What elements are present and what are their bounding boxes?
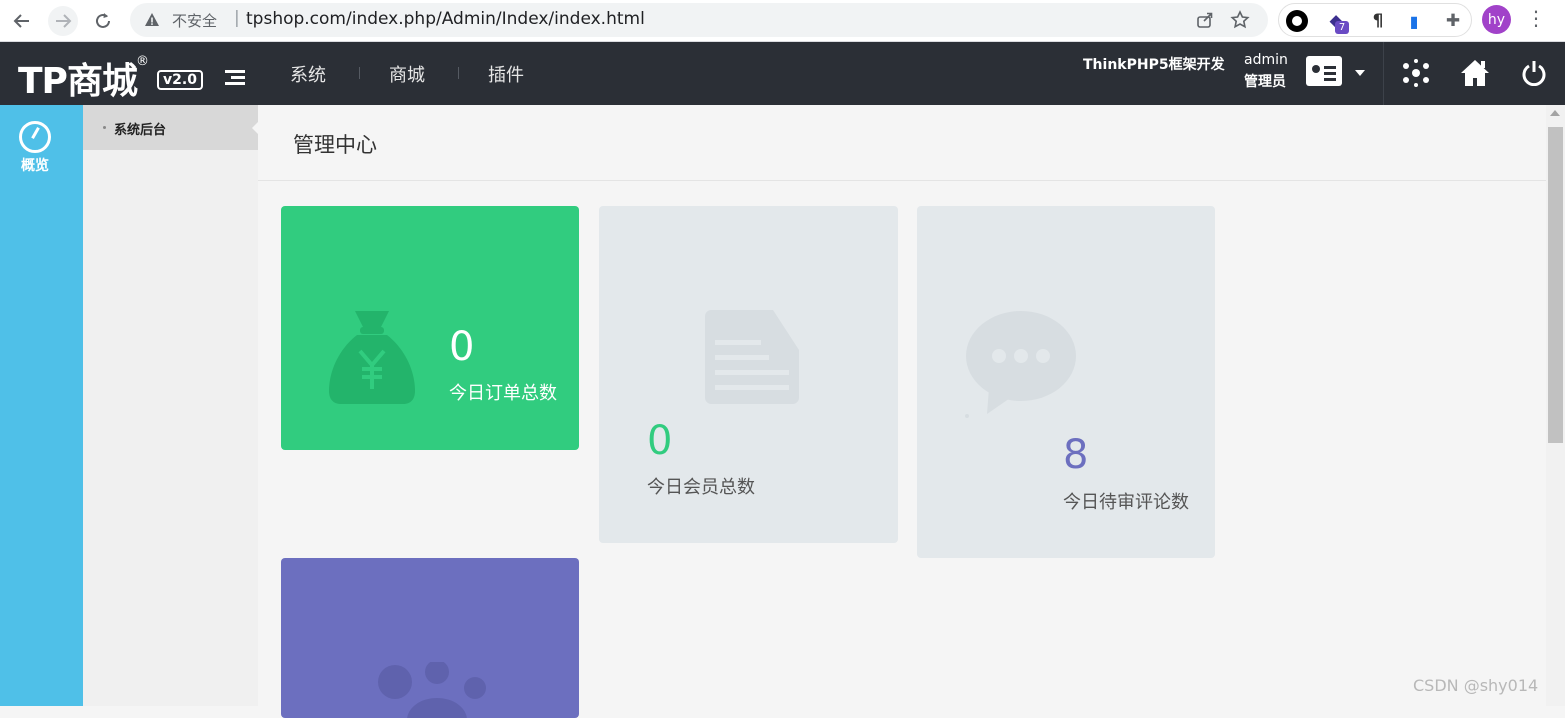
user-name[interactable]: admin [1244,52,1288,68]
orders-label: 今日订单总数 [449,383,557,404]
sitemap-icon[interactable] [1399,56,1433,90]
framework-label: ThinkPHP5框架开发 [1083,57,1225,73]
extensions-puzzle-icon[interactable]: ✚ [1442,10,1464,32]
orders-count: 0 [449,324,475,370]
scroll-up-arrow-icon[interactable] [1550,110,1560,116]
members-count: 0 [647,418,673,464]
sidebar-toggle-icon[interactable] [225,70,245,86]
scroll-thumb[interactable] [1548,127,1563,443]
version-badge: v2.0 [157,70,203,90]
money-bag-icon [329,311,415,404]
page-title: 管理中心 [293,133,377,157]
registered-mark: ® [136,54,149,69]
url-separator: | [234,8,240,28]
home-icon[interactable] [1458,56,1492,90]
browser-menu-icon[interactable]: ⋮ [1526,6,1546,30]
stat-tile-orders[interactable]: 0 今日订单总数 [281,206,579,450]
sidebar-item-label: 概览 [21,158,49,174]
submenu-item-system-backend[interactable]: 系统后台 [83,105,259,150]
forward-button[interactable] [48,6,78,36]
url-text[interactable]: tpshop.com/index.php/Admin/Index/index.h… [246,9,645,29]
power-icon[interactable] [1517,56,1551,90]
extension-paragraph-icon[interactable]: ¶ [1367,10,1389,32]
paw-icon [378,662,486,718]
stat-tile-comments[interactable]: 8 今日待审评论数 [917,206,1215,558]
comments-count: 8 [1063,432,1089,478]
members-label: 今日会员总数 [647,477,755,498]
reload-icon [96,13,110,28]
nav-mall[interactable]: 商城 [359,61,458,87]
back-arrow-icon [13,14,29,28]
browser-toolbar: 不安全 | tpshop.com/index.php/Admin/Index/i… [0,0,1565,42]
document-icon [705,310,799,404]
user-card-icon[interactable] [1306,56,1342,86]
watermark: CSDN @shy014 [1413,676,1539,695]
extensions-tray: ◆ 7 ¶ ▮ ✚ [1278,3,1472,37]
extension-ring-icon[interactable] [1286,10,1308,32]
main-content: 管理中心 0 今日订单总数 0 今日会员总数 8 今日待审评论数 [258,105,1546,718]
reload-button[interactable] [88,6,118,36]
nav-system[interactable]: 系统 [260,61,359,87]
title-divider [258,180,1546,181]
forward-arrow-icon [56,14,72,28]
bookmark-star-icon[interactable] [1230,10,1250,30]
submenu-item-label: 系统后台 [114,123,167,138]
site-logo[interactable]: TP商城 [18,52,138,104]
share-icon[interactable] [1196,11,1214,29]
nav-plugins[interactable]: 插件 [458,61,557,87]
extension-badge: 7 [1335,21,1349,34]
secondary-sidebar: 系统后台 [83,105,259,706]
back-button[interactable] [7,6,37,36]
extension-document-icon[interactable]: ▮ [1403,10,1425,32]
top-navigation: 系统 商城 插件 [260,42,557,105]
user-dropdown-caret-icon[interactable] [1355,70,1365,76]
comments-label: 今日待审评论数 [1063,492,1189,513]
user-role[interactable]: 管理员 [1244,71,1286,91]
admin-header: TP商城 ® v2.0 系统 商城 插件 ThinkPHP5框架开发 admin… [0,42,1565,105]
dashboard-gauge-icon [19,121,51,153]
page-scrollbar[interactable] [1546,105,1565,706]
address-bar[interactable]: 不安全 | tpshop.com/index.php/Admin/Index/i… [130,3,1268,37]
profile-avatar[interactable]: hy [1482,5,1511,34]
security-status[interactable]: 不安全 [172,10,217,31]
warning-icon [145,13,159,26]
stat-tile-paw[interactable] [281,558,579,718]
header-divider [1383,42,1384,105]
stat-tile-members[interactable]: 0 今日会员总数 [599,206,898,543]
bullet-icon [103,126,106,129]
primary-sidebar: 概览 [0,105,83,706]
chat-bubble-icon [965,311,1076,418]
